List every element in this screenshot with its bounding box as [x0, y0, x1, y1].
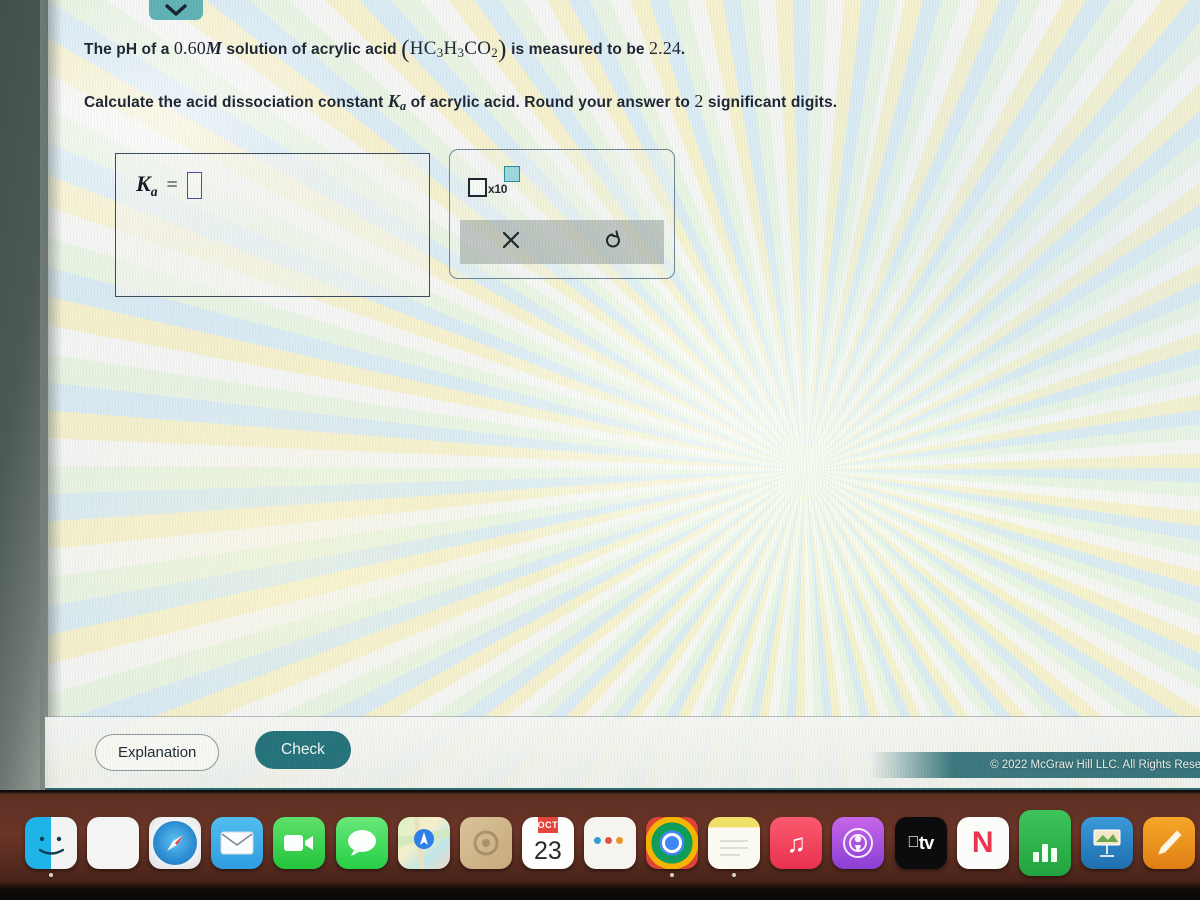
toolbar-actions-row — [460, 220, 664, 264]
undo-icon — [602, 229, 624, 256]
dock-item-safari[interactable] — [144, 808, 206, 878]
collapse-panel-button[interactable] — [149, 0, 203, 20]
ka-base: K — [387, 91, 400, 111]
undo-button[interactable] — [562, 220, 664, 264]
launchpad-icon — [87, 817, 140, 869]
apple-tv-icon: tv — [894, 817, 947, 869]
dock-item-photos[interactable] — [455, 808, 517, 878]
keynote-icon — [1080, 817, 1133, 869]
dock-item-finder[interactable] — [20, 808, 82, 878]
dock-item-numbers[interactable] — [1014, 808, 1076, 878]
answer-ka-base: K — [136, 171, 151, 196]
calendar-day: 23 — [534, 836, 562, 865]
chevron-down-icon — [165, 3, 187, 17]
news-icon: N — [956, 817, 1009, 869]
safari-icon — [149, 817, 202, 869]
photos-icon — [459, 817, 512, 869]
dock-item-facetime[interactable] — [268, 808, 330, 878]
chemical-formula: (HC3H3CO2) — [401, 36, 507, 63]
dock-item-pages[interactable] — [1138, 808, 1200, 878]
mail-icon — [211, 817, 264, 869]
answer-expression: Ka = — [136, 171, 202, 200]
messages-icon — [335, 817, 388, 869]
dock-item-mail[interactable] — [206, 808, 268, 878]
macos-dock-area: OCT 23 ♫ tv N — [0, 790, 1200, 900]
ph-value: 2.24 — [649, 38, 681, 58]
dock-item-chrome[interactable] — [641, 808, 703, 878]
dock-item-messages[interactable] — [331, 808, 393, 878]
chrome-icon — [646, 817, 699, 869]
screen-photo: The pH of a 0.60M solution of acrylic ac… — [0, 0, 1200, 900]
question-text: . — [680, 41, 686, 58]
calendar-icon: OCT 23 — [521, 817, 574, 869]
math-toolbar-panel: x10 — [449, 149, 675, 279]
times-ten-label: x10 — [488, 182, 508, 196]
equals-sign: = — [166, 173, 178, 196]
calendar-month: OCT — [537, 817, 559, 833]
dock-item-keynote[interactable] — [1076, 808, 1138, 878]
explanation-button[interactable]: Explanation — [95, 734, 220, 771]
dock-item-calendar[interactable]: OCT 23 — [517, 808, 579, 878]
running-indicator — [732, 873, 737, 877]
pages-icon — [1143, 817, 1196, 869]
running-indicator — [49, 873, 54, 877]
dock-item-news[interactable]: N — [952, 808, 1014, 878]
dock-item-maps[interactable] — [393, 808, 455, 878]
contacts-icon — [584, 817, 637, 869]
dock-item-contacts[interactable] — [579, 808, 641, 878]
formula-open-paren: ( — [401, 36, 410, 63]
exponent-box-icon — [504, 166, 520, 182]
dock-item-music[interactable]: ♫ — [765, 808, 827, 878]
question-text: significant digits. — [703, 94, 838, 111]
answer-area[interactable]: Ka = — [115, 153, 430, 297]
dock-item-notes[interactable] — [703, 808, 765, 878]
maps-icon — [397, 817, 450, 869]
question-text: is measured to be — [506, 41, 650, 58]
question-line-1: The pH of a 0.60M solution of acrylic ac… — [84, 36, 984, 64]
clear-x-icon — [500, 229, 522, 256]
concentration-value: 0.60 — [173, 38, 206, 58]
numbers-icon — [1018, 810, 1071, 876]
check-button[interactable]: Check — [255, 731, 351, 769]
ka-symbol: Ka — [387, 91, 406, 113]
dock-item-tv[interactable]: tv — [890, 808, 952, 878]
tv-label: tv — [913, 832, 935, 853]
answer-ka-label: Ka — [136, 171, 158, 200]
finder-icon — [25, 817, 78, 869]
music-note-glyph: ♫ — [786, 827, 807, 858]
clear-button[interactable] — [460, 220, 562, 264]
question-text: solution of acrylic acid — [221, 41, 402, 58]
music-icon: ♫ — [770, 817, 823, 869]
dock-item-launchpad[interactable] — [82, 808, 144, 878]
question-line-2: Calculate the acid dissociation constant… — [84, 91, 984, 114]
news-n-glyph: N — [971, 826, 994, 859]
notes-icon — [708, 817, 761, 869]
question-text: Calculate the acid dissociation constant — [84, 94, 388, 111]
exercise-content: The pH of a 0.60M solution of acrylic ac… — [45, 0, 1200, 792]
scientific-notation-button[interactable]: x10 — [468, 166, 520, 200]
podcasts-icon — [832, 817, 885, 869]
copyright-text: © 2022 McGraw Hill LLC. All Rights Reser — [990, 759, 1200, 771]
running-indicator — [670, 873, 675, 877]
molarity-unit: M — [205, 38, 222, 58]
question-text: The pH of a — [84, 41, 174, 58]
macos-dock: OCT 23 ♫ tv N — [20, 808, 1200, 878]
ka-value-input[interactable] — [186, 171, 202, 199]
formula-close-paren: ) — [498, 36, 507, 63]
dock-item-podcasts[interactable] — [827, 808, 889, 878]
facetime-icon — [273, 817, 326, 869]
answer-ka-subscript: a — [150, 183, 158, 199]
mantissa-box-icon — [468, 178, 487, 197]
question-text: of acrylic acid. Round your answer to — [406, 94, 695, 111]
